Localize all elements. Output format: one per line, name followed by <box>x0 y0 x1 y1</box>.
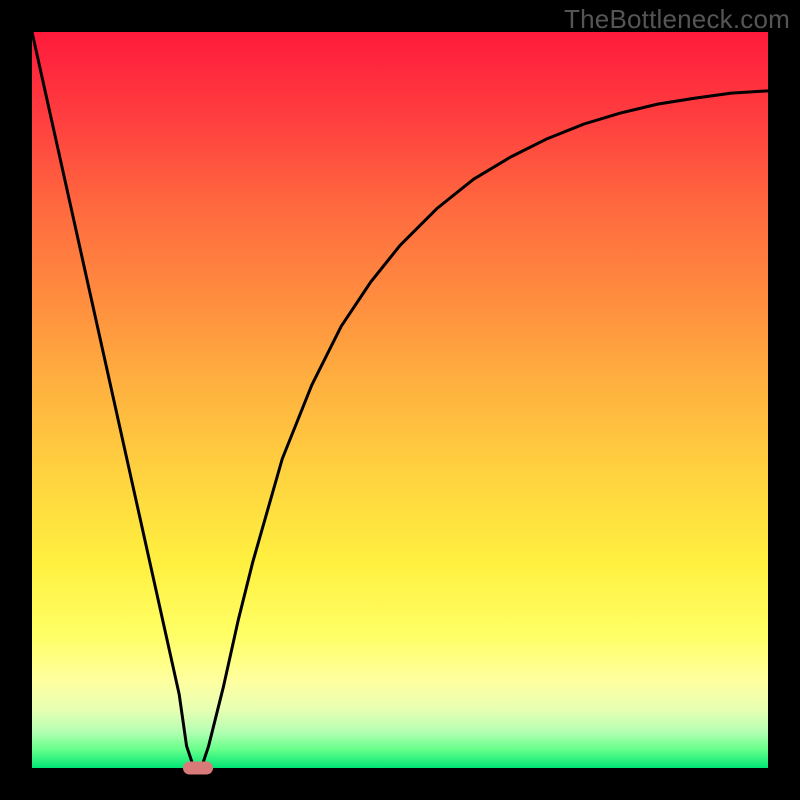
bottleneck-curve <box>32 32 768 768</box>
minimum-marker <box>183 762 213 775</box>
plot-area <box>32 32 768 768</box>
watermark-text: TheBottleneck.com <box>564 4 790 35</box>
plot-outer-frame: TheBottleneck.com <box>0 0 800 800</box>
chart-container: TheBottleneck.com <box>0 0 800 800</box>
